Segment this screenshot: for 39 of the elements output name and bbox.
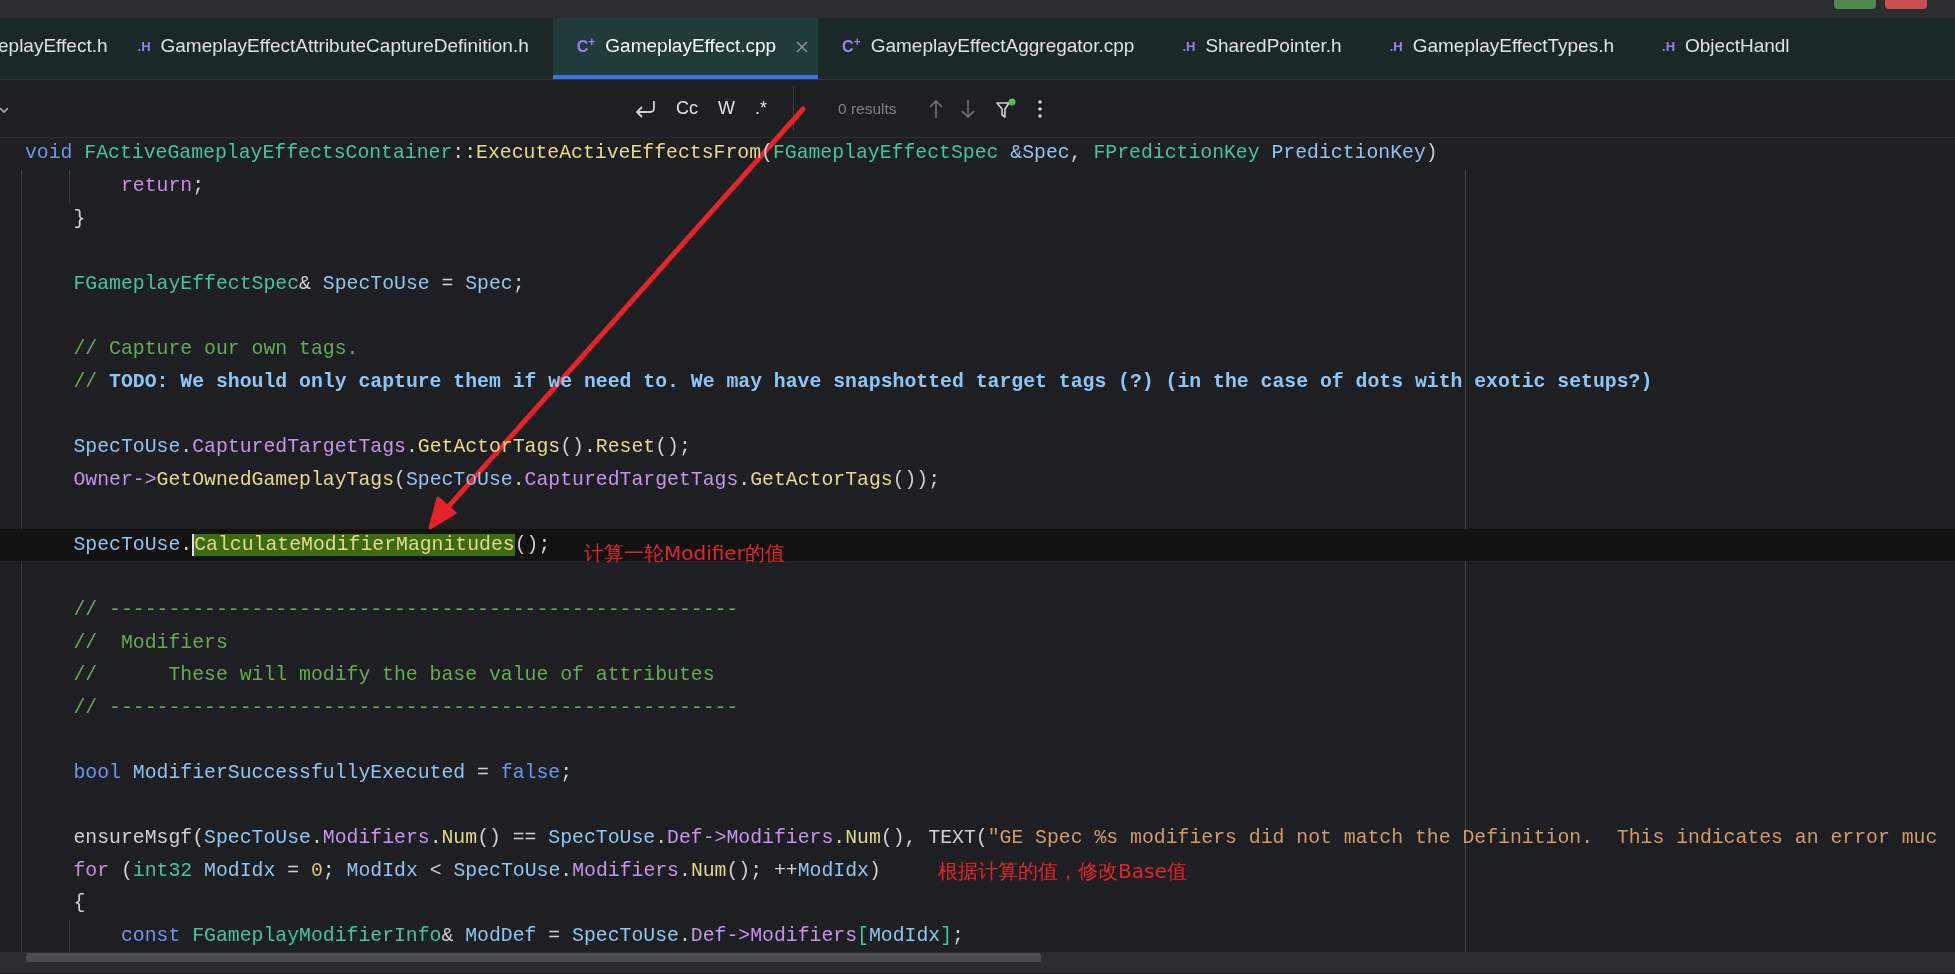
editor-tab[interactable]: C$^{+}$ GameplayEffect.cpp — [552, 18, 819, 79]
annotation-note: 计算一轮Modifier的值 — [584, 540, 785, 567]
code-line: // ----------------------------------------------------- — [72, 598, 739, 623]
header-file-icon: .H — [1662, 36, 1675, 57]
close-icon[interactable] — [796, 40, 809, 53]
code-line: { — [72, 891, 86, 917]
chevron-down-icon[interactable] — [0, 106, 8, 114]
code-line: // Capture our own tags. — [72, 337, 359, 363]
more-icon[interactable] — [1036, 98, 1043, 119]
code-line: } — [72, 206, 86, 232]
header-file-icon: .H — [137, 36, 151, 57]
search-option-toggle[interactable]: Cc — [672, 95, 702, 122]
editor-tab[interactable]: C$^{+}$ GameplayEffectAggregator.cpp — [818, 18, 1159, 79]
editor-tab[interactable]: .H GameplayEffectTypes.h — [1365, 18, 1638, 79]
code-line: // ----------------------------------------------------- — [72, 695, 739, 721]
arrow-up-icon[interactable] — [928, 98, 943, 119]
code-line: FGameplayEffectSpec& SpecToUse = Spec; — [72, 272, 525, 298]
cpp-file-icon: C$^{+}$ — [842, 34, 861, 59]
scrollbar-thumb[interactable] — [26, 953, 1041, 962]
wrap-icon[interactable] — [634, 98, 656, 119]
code-line: // Modifiers — [72, 630, 228, 656]
editor-tab[interactable]: .H SharedPointer.h — [1158, 18, 1366, 79]
editor-tab[interactable]: .H ObjectHandl — [1638, 18, 1814, 79]
filter-icon[interactable] — [994, 97, 1017, 120]
header-file-icon: .H — [1389, 36, 1403, 57]
code-line: return; — [119, 174, 205, 200]
code-line: bool ModifierSuccessfullyExecuted = false; — [72, 761, 573, 786]
code-line: const FGameplayModifierInfo& ModDef = SpecToUse.Def->Modifiers[ModIdx]; — [119, 923, 964, 949]
search-option-toggle[interactable]: .* — [751, 95, 771, 122]
search-option-toggle[interactable]: W — [714, 95, 739, 122]
header-file-icon: .H — [1182, 36, 1196, 57]
results-count: 0 results — [838, 98, 897, 119]
editor-tab[interactable]: .H GameplayEffectAttributeCaptureDefinition.h — [113, 18, 553, 79]
annotation-note: 根据计算的值，修改Base值 — [938, 858, 1187, 885]
code-line: for (int32 ModIdx = 0; ModIdx < SpecToUse.Modifiers.Num(); ++ModIdx) — [72, 858, 881, 884]
code-line: ensureMsgf(SpecToUse.Modifiers.Num() == SpecToUse.Def->Modifiers.Num(), TEXT("GE Spec %s modifiers did not match the Definition. This indicates an error muc — [72, 826, 1938, 852]
cpp-file-icon: C$^{+}$ — [576, 34, 596, 59]
arrow-down-icon[interactable] — [960, 98, 975, 119]
code-line: // These will modify the base value of attributes — [72, 663, 715, 689]
